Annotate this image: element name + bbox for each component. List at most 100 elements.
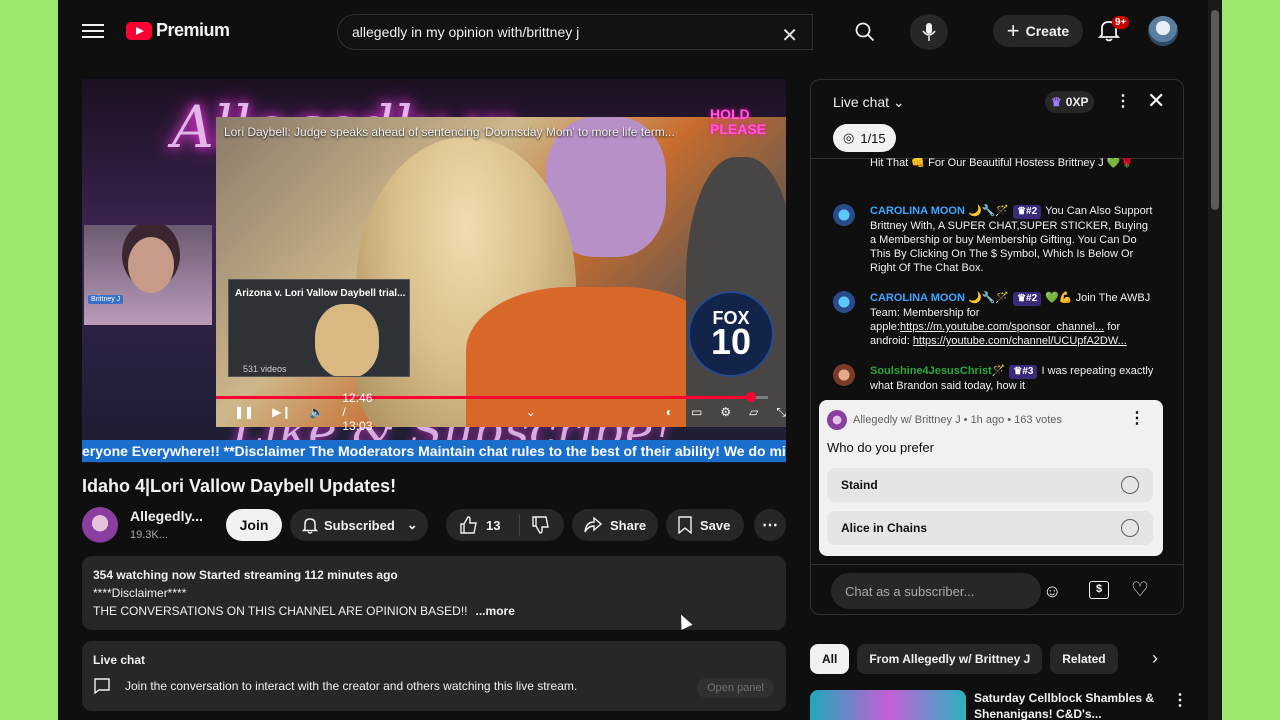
member-badge: ♛#2 — [1013, 205, 1042, 219]
chevron-down-icon: ⌄ — [406, 517, 418, 532]
message-author[interactable]: CAROLINA MOON 🌙🔧🪄 — [870, 292, 1009, 304]
user-avatar[interactable] — [833, 291, 855, 313]
youtube-icon — [126, 21, 152, 40]
subscribed-button[interactable]: Subscribed ⌄ — [290, 509, 428, 541]
brand-label: Premium — [156, 20, 230, 40]
poll-menu-icon[interactable]: ⋮ — [1129, 408, 1145, 428]
heart-icon[interactable]: ♡ — [1131, 577, 1149, 602]
poll-meta-text: Allegedly w/ Brittney J • 1h ago • 163 v… — [853, 414, 1062, 426]
open-panel-button[interactable]: Open panel — [697, 678, 774, 698]
chip-all[interactable]: All — [810, 644, 850, 674]
create-button[interactable]: + Create — [993, 15, 1083, 47]
thumbs-up-icon — [460, 516, 477, 534]
join-button[interactable]: Join — [226, 509, 282, 541]
channel-name[interactable]: Allegedly... — [130, 508, 203, 524]
emoji-icon[interactable]: ☺ — [1043, 581, 1061, 602]
filter-chips: All From Allegedly w/ Brittney J Related — [810, 644, 1118, 674]
video-player[interactable]: Allegedly w Like & Subscribe! Brittney J… — [82, 79, 786, 463]
pause-icon[interactable]: ❚❚ — [234, 405, 254, 419]
embedded-video-title: Lori Daybell: Judge speaks ahead of sent… — [224, 125, 675, 139]
radio-icon[interactable] — [1121, 476, 1139, 494]
volume-icon[interactable]: 🔈 — [309, 405, 324, 419]
poll-card: Allegedly w/ Brittney J • 1h ago • 163 v… — [819, 400, 1163, 556]
chip-related[interactable]: Related — [1050, 644, 1118, 674]
save-button[interactable]: Save — [666, 509, 744, 541]
page-scrollbar[interactable] — [1208, 0, 1222, 720]
webcam-name-tag: Brittney J — [88, 295, 124, 304]
player-controls: ❚❚ ▶❙ 🔈 12:46 / 13:03 ⌄ ◐ ▭ ⚙ ▱ ⤡ — [216, 391, 786, 433]
chip-from-channel[interactable]: From Allegedly w/ Brittney J — [857, 644, 1043, 674]
more-actions-icon[interactable]: ⋯ — [754, 509, 786, 541]
search-input[interactable]: allegedly in my opinion with/brittney j … — [337, 14, 813, 50]
chat-input[interactable]: Chat as a subscriber... — [831, 573, 1041, 609]
chevron-down-icon[interactable]: ⌄ — [526, 405, 536, 419]
clear-search-icon[interactable]: ✕ — [781, 23, 798, 48]
recommendation-menu-icon[interactable]: ⋮ — [1172, 690, 1188, 710]
host-face — [128, 237, 174, 293]
exit-fullscreen-icon[interactable]: ⤡ — [776, 405, 786, 420]
time-display: 12:46 / 13:03 — [342, 391, 373, 433]
message-author[interactable]: Soulshine4JesusChrist🪄 — [870, 365, 1005, 377]
user-avatar[interactable] — [833, 364, 855, 386]
view-stats: 354 watching now Started streaming 112 m… — [93, 568, 398, 582]
bell-icon — [302, 518, 318, 534]
poll-channel-avatar — [827, 410, 847, 430]
chat-message: Hit That 👊 For Our Beautiful Hostess Bri… — [833, 158, 1155, 170]
channel-avatar[interactable] — [82, 507, 118, 543]
poll-option[interactable]: Alice in Chains — [827, 511, 1153, 545]
notifications-button[interactable]: 9+ — [1098, 16, 1130, 44]
membership-link-apple[interactable]: https://m.youtube.com/sponsor_channel... — [900, 321, 1104, 333]
radio-icon[interactable] — [1121, 519, 1139, 537]
account-avatar[interactable] — [1148, 16, 1178, 46]
live-chat-collapsed-box: Live chat Join the conversation to inter… — [82, 641, 786, 711]
share-button[interactable]: Share — [572, 509, 658, 541]
super-chat-dollar-icon[interactable]: $ — [1089, 581, 1109, 599]
membership-link-android[interactable]: https://youtube.com/channel/UCUpfA2DW... — [913, 335, 1127, 347]
poll-question: Who do you prefer — [827, 440, 934, 455]
show-more-link[interactable]: ...more — [476, 604, 515, 618]
chat-message: CAROLINA MOON 🌙🔧🪄 ♛#2 💚💪 Join The AWBJ Tea… — [833, 291, 1155, 348]
poll-option[interactable]: Staind — [827, 468, 1153, 502]
thumbs-down-icon — [532, 516, 549, 534]
fox-number: 10 — [710, 320, 752, 362]
xp-value: 0XP — [1065, 95, 1089, 109]
search-icon — [855, 22, 875, 42]
youtube-premium-logo[interactable]: Premium — [126, 20, 230, 41]
search-value: allegedly in my opinion with/brittney j — [352, 24, 580, 40]
bookmark-icon — [678, 516, 692, 534]
xp-badge[interactable]: ♛ 0XP — [1045, 91, 1095, 113]
host-webcam: Brittney J — [84, 225, 212, 325]
chevron-right-icon[interactable]: › — [1152, 648, 1158, 669]
scrollbar-thumb[interactable] — [1211, 10, 1219, 210]
counter-value: 1/15 — [860, 130, 886, 146]
captions-icon[interactable]: ▭ — [691, 405, 702, 419]
chat-header: Live chat ⌄ ♛ 0XP ⋮ ✕ — [811, 80, 1183, 124]
close-chat-icon[interactable]: ✕ — [1147, 88, 1165, 114]
message-author[interactable]: CAROLINA MOON 🌙🔧🪄 — [870, 205, 1009, 217]
create-label: Create — [1025, 23, 1070, 39]
dislike-button[interactable] — [520, 516, 550, 534]
voice-search-button[interactable] — [910, 14, 948, 50]
autoplay-toggle-icon[interactable]: ◐ — [666, 405, 673, 419]
user-avatar[interactable] — [833, 204, 855, 226]
description-line: THE CONVERSATIONS ON THIS CHANNEL ARE OP… — [93, 604, 468, 618]
chat-mode-selector[interactable]: Live chat ⌄ — [833, 94, 905, 111]
notification-badge: 9+ — [1112, 16, 1130, 29]
search-button[interactable] — [836, 14, 894, 50]
chat-message: Soulshine4JesusChrist🪄 ♛#3 I was repeating… — [833, 364, 1155, 393]
goal-counter[interactable]: ◎ 1/15 — [833, 124, 896, 152]
chat-title: Live chat — [833, 94, 890, 110]
member-badge: ♛#2 — [1013, 292, 1042, 306]
cast-icon[interactable]: ▱ — [749, 405, 758, 419]
like-button[interactable]: 13 — [446, 514, 520, 536]
subscribed-label: Subscribed — [324, 517, 395, 533]
settings-gear-icon[interactable]: ⚙ — [720, 405, 731, 419]
recommended-title[interactable]: Saturday Cellblock Shambles & Shenanigan… — [974, 690, 1164, 720]
live-chat-panel: Live chat ⌄ ♛ 0XP ⋮ ✕ ◎ 1/15 Hit That 👊 F… — [810, 79, 1184, 615]
next-icon[interactable]: ▶❙ — [272, 405, 291, 419]
top-bar: Premium allegedly in my opinion with/bri… — [58, 0, 1208, 62]
hamburger-menu-icon[interactable] — [82, 20, 104, 40]
recommended-thumbnail[interactable] — [810, 690, 966, 720]
badge-label: #2 — [1026, 206, 1038, 217]
chat-menu-icon[interactable]: ⋮ — [1115, 91, 1131, 111]
